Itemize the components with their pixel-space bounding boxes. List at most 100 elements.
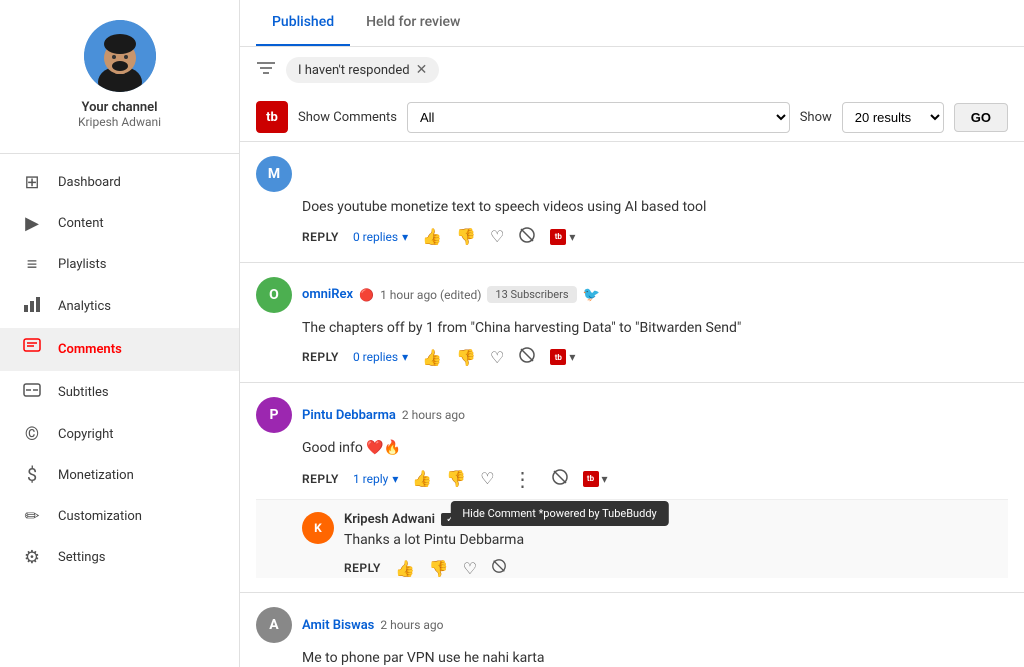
sidebar-item-content[interactable]: ▶ Content (0, 203, 239, 244)
reply-author[interactable]: Kripesh Adwani (344, 512, 435, 527)
replies-toggle[interactable]: 0 replies ▾ (353, 350, 408, 364)
tubebuddy-action[interactable]: tb ▾ (550, 349, 575, 365)
comment-meta: Amit Biswas 2 hours ago (302, 618, 444, 633)
comment-author[interactable]: omniRex (302, 287, 353, 302)
chevron-down-icon: ▾ (402, 230, 408, 244)
sidebar-item-label: Copyright (58, 427, 114, 442)
heart-icon[interactable]: ♡ (463, 559, 477, 578)
chevron-down-icon: ▾ (402, 350, 408, 364)
comment-avatar: A (256, 607, 292, 643)
hide-comment-tooltip: Hide Comment *powered by TubeBuddy (450, 501, 668, 526)
comment-author[interactable]: Pintu Debbarma (302, 408, 396, 423)
reply-button[interactable]: REPLY (302, 230, 339, 244)
tubebuddy-bar: tb Show Comments All Unread Questions Li… (240, 93, 1024, 142)
replies-toggle[interactable]: 1 reply ▾ (353, 472, 398, 486)
playlists-icon: ≡ (20, 254, 44, 275)
comment-author[interactable]: Amit Biswas (302, 618, 374, 633)
filter-chip-close[interactable]: ✕ (416, 62, 428, 78)
sidebar-item-copyright[interactable]: © Copyright (0, 414, 239, 455)
thumbs-up-icon[interactable]: 👍 (395, 559, 415, 578)
reply-count: 0 replies (353, 350, 398, 364)
channel-name: Your channel (81, 100, 157, 115)
heart-icon[interactable]: ♡ (490, 227, 504, 246)
heart-icon[interactable]: ♡ (490, 348, 504, 367)
customization-icon: ✏ (20, 506, 44, 527)
sidebar-item-analytics[interactable]: Analytics (0, 285, 239, 328)
analytics-icon (20, 295, 44, 318)
tubebuddy-action[interactable]: tb ▾ (550, 229, 575, 245)
comment-avatar: P (256, 397, 292, 433)
thumbs-down-icon[interactable]: 👎 (456, 348, 476, 367)
reply-content: Kripesh Adwani ✓ 1 second ago Thanks a l… (344, 512, 1008, 579)
hide-icon[interactable] (518, 346, 536, 368)
go-button[interactable]: GO (954, 103, 1008, 132)
comment-time: 2 hours ago (380, 618, 443, 632)
thumbs-down-icon[interactable]: 👎 (446, 469, 466, 488)
comment-text: Me to phone par VPN use he nahi karta (302, 649, 1008, 667)
verified-icon: 🔴 (359, 288, 374, 302)
tubebuddy-action[interactable]: tb ▾ (583, 471, 608, 487)
thumbs-down-icon[interactable]: 👎 (456, 227, 476, 246)
show-comments-select[interactable]: All Unread Questions Liked (407, 102, 790, 133)
settings-icon: ⚙ (20, 547, 44, 568)
comment-time: 1 hour ago (edited) (380, 288, 481, 302)
more-options-button[interactable]: ⋮ (509, 467, 537, 491)
subscriber-badge: 13 Subscribers (487, 286, 576, 303)
avatar (84, 20, 156, 92)
tb-mini-logo: tb (550, 229, 566, 245)
sidebar-item-settings[interactable]: ⚙ Settings (0, 537, 239, 578)
comment-meta: omniRex 🔴 1 hour ago (edited) 13 Subscri… (302, 286, 600, 303)
reply-button[interactable]: REPLY (344, 561, 381, 575)
thumbs-up-icon[interactable]: 👍 (422, 348, 442, 367)
replies-toggle[interactable]: 0 replies ▾ (353, 230, 408, 244)
content-icon: ▶ (20, 213, 44, 234)
tb-mini-logo: tb (583, 471, 599, 487)
thumbs-up-icon[interactable]: 👍 (412, 469, 432, 488)
results-select[interactable]: 20 results 50 results 100 results (842, 102, 944, 133)
sidebar-nav: ⊞ Dashboard ▶ Content ≡ Playlists Analyt… (0, 162, 239, 578)
reply-count: 1 reply (353, 472, 388, 486)
red-arrow (998, 437, 1024, 507)
thumbs-down-icon[interactable]: 👎 (429, 559, 449, 578)
tubebuddy-logo: tb (256, 101, 288, 133)
thumbs-up-icon[interactable]: 👍 (422, 227, 442, 246)
tb-dropdown-icon: ▾ (569, 350, 575, 364)
sidebar-item-subtitles[interactable]: Subtitles (0, 371, 239, 414)
filter-chip: I haven't responded ✕ (286, 57, 439, 83)
comment-actions: REPLY 1 reply ▾ 👍 👎 ♡ ⋮ Hide Comment *po… (302, 467, 1008, 491)
comment-text: Good info ❤️🔥 (302, 439, 1008, 459)
show-comments-label: Show Comments (298, 110, 397, 125)
dashboard-icon: ⊞ (20, 172, 44, 193)
comment-block: M Does youtube monetize text to speech v… (240, 142, 1024, 263)
chevron-down-icon: ▾ (392, 472, 398, 486)
tab-held-for-review[interactable]: Held for review (350, 0, 476, 46)
sidebar-item-playlists[interactable]: ≡ Playlists (0, 244, 239, 285)
sidebar-item-monetization[interactable]: $ Monetization (0, 455, 239, 496)
reply-button[interactable]: REPLY (302, 472, 339, 486)
sidebar-item-dashboard[interactable]: ⊞ Dashboard (0, 162, 239, 203)
comment-text: Does youtube monetize text to speech vid… (302, 198, 1008, 218)
reply-button[interactable]: REPLY (302, 350, 339, 364)
tab-published[interactable]: Published (256, 0, 350, 46)
reply-actions: REPLY 👍 👎 ♡ (344, 558, 1008, 578)
hide-icon[interactable] (491, 558, 507, 578)
channel-info: Your channel Kripesh Adwani (78, 20, 161, 129)
filter-bar: I haven't responded ✕ (240, 47, 1024, 93)
filter-icon[interactable] (256, 60, 276, 81)
sidebar-item-label: Comments (58, 342, 122, 357)
sidebar-item-label: Subtitles (58, 385, 109, 400)
sidebar-item-customization[interactable]: ✏ Customization (0, 496, 239, 537)
comment-share-icon[interactable]: 🐦 (583, 287, 600, 303)
hide-icon[interactable] (518, 226, 536, 248)
sidebar-item-comments[interactable]: Comments (0, 328, 239, 371)
sidebar-item-label: Content (58, 216, 104, 231)
hide-icon[interactable] (551, 468, 569, 490)
tabs-bar: Published Held for review (240, 0, 1024, 47)
reply-avatar: K (302, 512, 334, 544)
tb-mini-logo: tb (550, 349, 566, 365)
comments-icon (20, 338, 44, 361)
show-label: Show (800, 110, 832, 125)
sidebar-item-label: Dashboard (58, 175, 121, 190)
subtitles-icon (20, 381, 44, 404)
heart-icon[interactable]: ♡ (480, 469, 494, 488)
